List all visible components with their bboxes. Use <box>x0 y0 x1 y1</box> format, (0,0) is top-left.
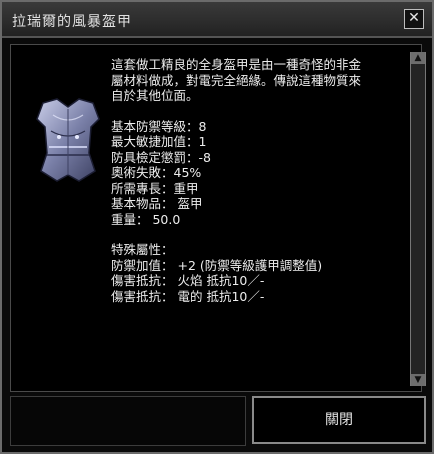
item-description: 這套做工精良的全身盔甲是由一種奇怪的非金 屬材料做成，對電完全絕緣。傳說這種物質… <box>111 57 403 319</box>
item-examine-window: 拉瑞爾的風暴盔甲 ✕ 這套做工精良的全身盔甲是由一種奇怪的非金 屬材料做成，對電… <box>0 0 434 454</box>
stat-base-item: 基本物品： 盔甲 <box>111 196 203 211</box>
special-header: 特殊屬性： <box>111 242 174 257</box>
stat-required-feat: 所需專長：重甲 <box>111 180 199 196</box>
lore-line: 這套做工精良的全身盔甲是由一種奇怪的非金 <box>111 57 362 72</box>
plate-armor-icon <box>36 98 100 182</box>
special-fire-resist: 傷害抵抗： 火焰 抵抗10／- <box>111 273 265 288</box>
triangle-up-icon[interactable]: ▲ <box>411 52 425 64</box>
stat-check-penalty: 防具檢定懲罰：-8 <box>111 149 211 165</box>
scrollbar[interactable]: ▲ ▼ <box>410 52 426 386</box>
special-electric-resist: 傷害抵抗： 電的 抵抗10／- <box>111 288 265 304</box>
triangle-down-icon[interactable]: ▼ <box>411 374 425 386</box>
window-title: 拉瑞爾的風暴盔甲 <box>12 14 132 30</box>
item-lore: 這套做工精良的全身盔甲是由一種奇怪的非金 屬材料做成，對電完全絕緣。傳說這種物質… <box>111 57 403 104</box>
close-button[interactable]: 關閉 <box>252 396 426 444</box>
special-ac-bonus: 防禦加值： +2 (防禦等級護甲調整值) <box>111 257 323 273</box>
lore-line: 自於其他位面。 <box>111 88 199 103</box>
footer-spacer <box>10 396 246 446</box>
lore-line: 屬材料做成，對電完全絕緣。傳說這種物質來 <box>111 72 362 88</box>
stat-max-dex: 最大敏捷加值：1 <box>111 134 207 149</box>
stat-armor-class: 基本防禦等級：8 <box>111 118 207 134</box>
stat-weight: 重量： 50.0 <box>111 211 181 227</box>
description-panel: 這套做工精良的全身盔甲是由一種奇怪的非金 屬材料做成，對電完全絕緣。傳說這種物質… <box>10 44 422 392</box>
stat-arcane-failure: 奧術失敗：45% <box>111 165 202 180</box>
close-icon[interactable]: ✕ <box>404 9 424 29</box>
item-stats: 基本防禦等級：8 最大敏捷加值：1 防具檢定懲罰：-8 奧術失敗：45% 所需專… <box>111 119 403 228</box>
title-bar: 拉瑞爾的風暴盔甲 ✕ <box>2 2 432 38</box>
item-special-properties: 特殊屬性： 防禦加值： +2 (防禦等級護甲調整值) 傷害抵抗： 火焰 抵抗10… <box>111 242 403 304</box>
